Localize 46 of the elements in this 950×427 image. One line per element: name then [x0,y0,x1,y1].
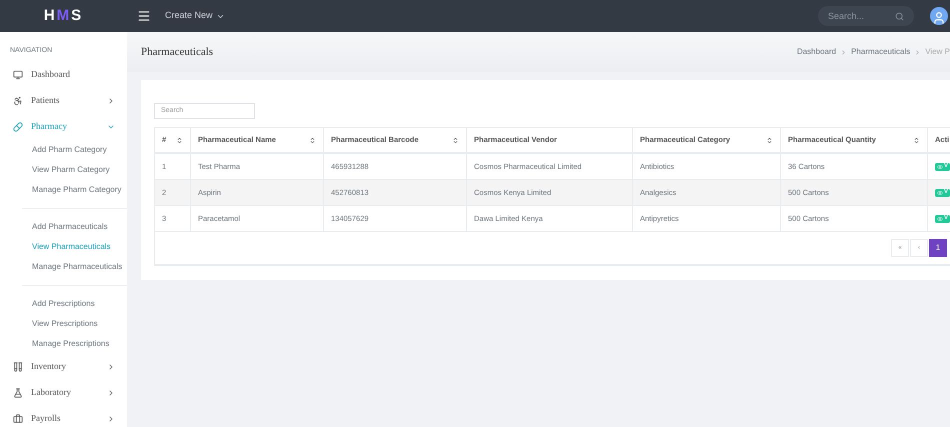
page-title: Pharmaceuticals [141,44,214,60]
submenu-item[interactable]: Add Prescriptions [22,294,127,314]
sidebar-item[interactable]: Patients [0,88,127,114]
search-icon [895,12,904,20]
sidebar-item[interactable]: Payrolls [0,406,127,427]
logo[interactable]: HMS [44,4,84,28]
submenu-item[interactable]: Add Pharmaceuticals [22,217,127,237]
eye-icon [937,216,943,222]
briefcase-icon [13,414,23,424]
chevron-icon [914,48,922,56]
chevron-icon [107,123,115,131]
sidebar-item[interactable]: Laboratory [0,380,127,406]
submenu-item[interactable]: Manage Pharm Category [0,180,127,200]
sidebar-item[interactable]: Dashboard [0,62,127,88]
test-tubes-icon [13,362,23,372]
sidebar-item[interactable]: Inventory [0,354,127,380]
chevron-icon [107,389,115,397]
monitor-icon [13,70,23,80]
sort-icon [309,136,316,144]
breadcrumb-link[interactable]: Dashboard [796,46,836,58]
sort-icon [452,136,459,144]
chevron-icon [107,363,115,371]
sort-icon [766,136,773,144]
menu-icon[interactable] [137,9,151,23]
wheelchair-icon [13,96,23,106]
pill-icon [13,122,23,132]
avatar[interactable] [930,7,948,25]
submenu-item[interactable]: Add Pharm Category [0,140,127,160]
page-button[interactable]: 1 [929,239,947,257]
sort-icon [176,136,183,144]
submenu-item[interactable]: Manage Prescriptions [22,334,127,354]
eye-icon [937,164,943,170]
chevron-icon [840,48,848,56]
sort-icon [913,136,920,144]
breadcrumb-link[interactable]: Pharmaceuticals [851,46,910,58]
submenu-item[interactable]: View Pharm Category [0,160,127,180]
submenu-item[interactable]: View Prescriptions [22,314,127,334]
chevron-icon [107,97,115,105]
submenu-item[interactable]: Manage Pharmaceuticals [22,257,127,277]
search-field[interactable]: Search... [818,6,914,26]
flask-icon [13,388,23,398]
sidebar-item[interactable]: Pharmacy [0,114,127,140]
create-new-menu[interactable]: Create New [165,9,225,23]
submenu-item[interactable]: View Pharmaceuticals [22,237,127,257]
chevron-icon [107,415,115,423]
eye-icon [937,190,943,196]
